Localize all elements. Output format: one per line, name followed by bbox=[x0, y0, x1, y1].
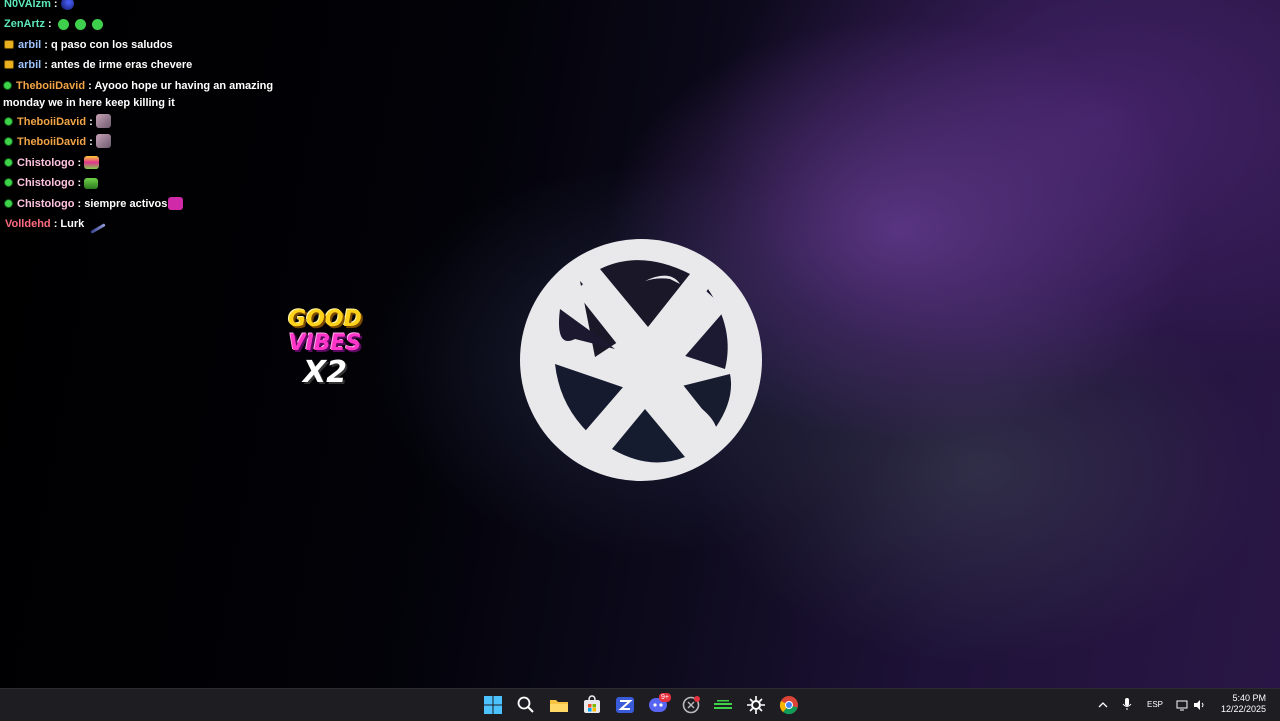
emote-icon bbox=[95, 134, 111, 148]
chat-message: TheboiiDavid : bbox=[4, 114, 314, 131]
chat-username: TheboiiDavid bbox=[17, 116, 87, 128]
chat-username: TheboiiDavid bbox=[16, 80, 86, 92]
chat-username: Chistologo bbox=[17, 198, 75, 210]
chat-message: Volldehd : Lurk bbox=[5, 216, 315, 234]
emote-icon bbox=[84, 178, 99, 189]
stylized-x-circle-logo bbox=[520, 239, 762, 481]
subscriber-badge-icon bbox=[4, 40, 14, 49]
verified-badge-icon bbox=[4, 199, 13, 208]
app-icon[interactable] bbox=[615, 695, 635, 715]
file-explorer-icon[interactable] bbox=[549, 695, 569, 715]
taskbar: 9+ ESP 5:40 PM 12/22/2025 bbox=[0, 688, 1280, 721]
chrome-icon[interactable] bbox=[779, 695, 799, 715]
emote-icon bbox=[60, 0, 74, 10]
chat-text: q paso con los saludos bbox=[47, 39, 173, 51]
clock[interactable]: 5:40 PM 12/22/2025 bbox=[1221, 693, 1266, 715]
clock-time: 5:40 PM bbox=[1232, 693, 1266, 703]
emote-icon bbox=[168, 197, 184, 210]
chat-text: Lurk bbox=[57, 218, 85, 230]
chat-text: siempre activos bbox=[81, 198, 168, 210]
notification-badge: 9+ bbox=[659, 693, 671, 702]
chat-username: TheboiiDavid bbox=[17, 136, 87, 148]
steam-icon[interactable] bbox=[746, 695, 766, 715]
verified-badge-icon bbox=[3, 81, 12, 90]
chevron-up-icon[interactable] bbox=[1097, 698, 1109, 710]
chat-message: arbil : antes de irme eras chevere bbox=[4, 57, 314, 74]
emote-icon bbox=[90, 223, 106, 234]
verified-badge-icon bbox=[4, 158, 13, 167]
emote-icon bbox=[91, 19, 103, 30]
app-icon-2[interactable] bbox=[681, 695, 701, 715]
chat-message: Chistologo : siempre activos bbox=[4, 196, 314, 213]
chat-username: Chistologo bbox=[17, 177, 75, 189]
emote-icon bbox=[95, 114, 111, 128]
search-icon[interactable] bbox=[516, 695, 536, 715]
subscriber-badge-icon bbox=[4, 60, 14, 69]
chat-username: N0VAlzm bbox=[4, 0, 51, 10]
monitor-app-icon[interactable] bbox=[713, 695, 733, 715]
chat-message: Chistologo : bbox=[4, 155, 314, 172]
chat-message: arbil : q paso con los saludos bbox=[4, 37, 314, 54]
volume-icon[interactable] bbox=[1193, 698, 1205, 710]
microsoft-store-icon[interactable] bbox=[582, 695, 602, 715]
microphone-icon[interactable] bbox=[1121, 697, 1133, 711]
chat-message: ZenArtz : bbox=[4, 16, 314, 33]
chat-username: Volldehd bbox=[5, 218, 51, 230]
chat-username: arbil bbox=[18, 39, 42, 51]
chat-username: ZenArtz bbox=[4, 18, 45, 30]
clock-date: 12/22/2025 bbox=[1220, 704, 1266, 714]
chat-message: TheboiiDavid : Ayooo hope ur having an a… bbox=[3, 80, 274, 109]
language-indicator[interactable]: ESP bbox=[1147, 700, 1163, 709]
chat-message: N0VAlzm : bbox=[4, 0, 314, 13]
chat-message: TheboiiDavid : bbox=[4, 134, 314, 151]
verified-badge-icon bbox=[4, 137, 13, 146]
emote-icon bbox=[57, 19, 69, 30]
verified-badge-icon bbox=[4, 117, 13, 126]
chat-message: Chistologo : bbox=[4, 175, 314, 192]
emote-icon bbox=[74, 19, 86, 30]
verified-badge-icon bbox=[4, 178, 13, 187]
windows-start-icon[interactable] bbox=[483, 695, 503, 715]
network-icon[interactable] bbox=[1176, 698, 1188, 711]
chat-username: arbil bbox=[18, 59, 42, 71]
emote-icon bbox=[84, 156, 100, 169]
chat-text: antes de irme eras chevere bbox=[47, 59, 193, 71]
good-vibes-sticker: GOOD VIBES X2 bbox=[288, 307, 362, 390]
chat-username: Chistologo bbox=[17, 157, 75, 169]
